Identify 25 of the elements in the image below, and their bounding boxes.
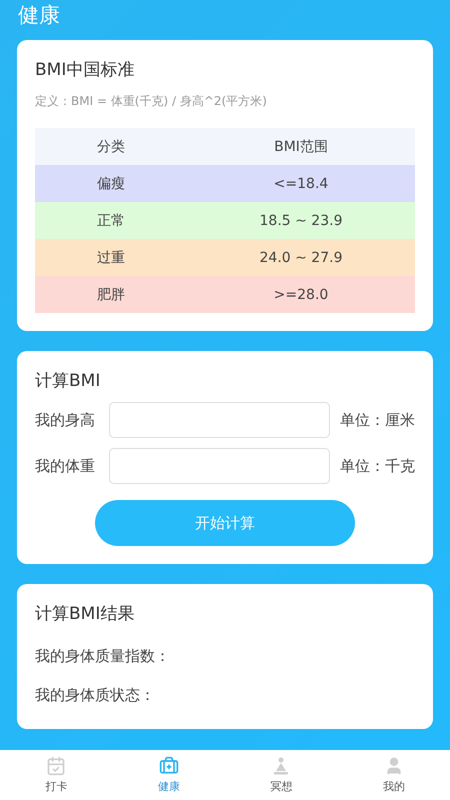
field-label: 我的身高 [35,410,96,430]
card-title: 计算BMI [35,370,102,392]
unit-label: 单位：千克 [340,456,415,476]
table-cell-text: 偏瘦 [96,174,126,192]
card-title: BMI中国标准 [35,59,136,81]
column-header: BMI范围 [273,138,329,156]
table-cell-text: <=18.4 [272,176,330,192]
page-title: 健康 [17,2,61,29]
definition-text: 定义：BMI = 体重(千克) / 身高^2(平方米) [35,93,268,110]
column-header: 分类 [96,138,126,156]
field-label: 我的体重 [35,456,96,476]
result-label: 我的身体质状态： [35,686,156,705]
table-cell-text: >=28.0 [272,286,330,302]
table-cell-text: 24.0 ~ 27.9 [258,250,344,266]
table-cell-text: 过重 [96,248,126,266]
card-title: 计算BMI结果 [35,603,136,625]
calendar-icon [46,756,66,776]
result-label: 我的身体质量指数： [35,647,171,666]
table-cell-text: 18.5 ~ 23.9 [258,212,344,228]
input-field[interactable] [109,448,330,484]
table-cell-text: 正常 [96,212,126,230]
table-cell-text: 肥胖 [96,286,126,304]
medical-kit-icon [158,756,179,776]
input-field[interactable] [109,402,330,438]
unit-label: 单位：厘米 [340,410,415,430]
